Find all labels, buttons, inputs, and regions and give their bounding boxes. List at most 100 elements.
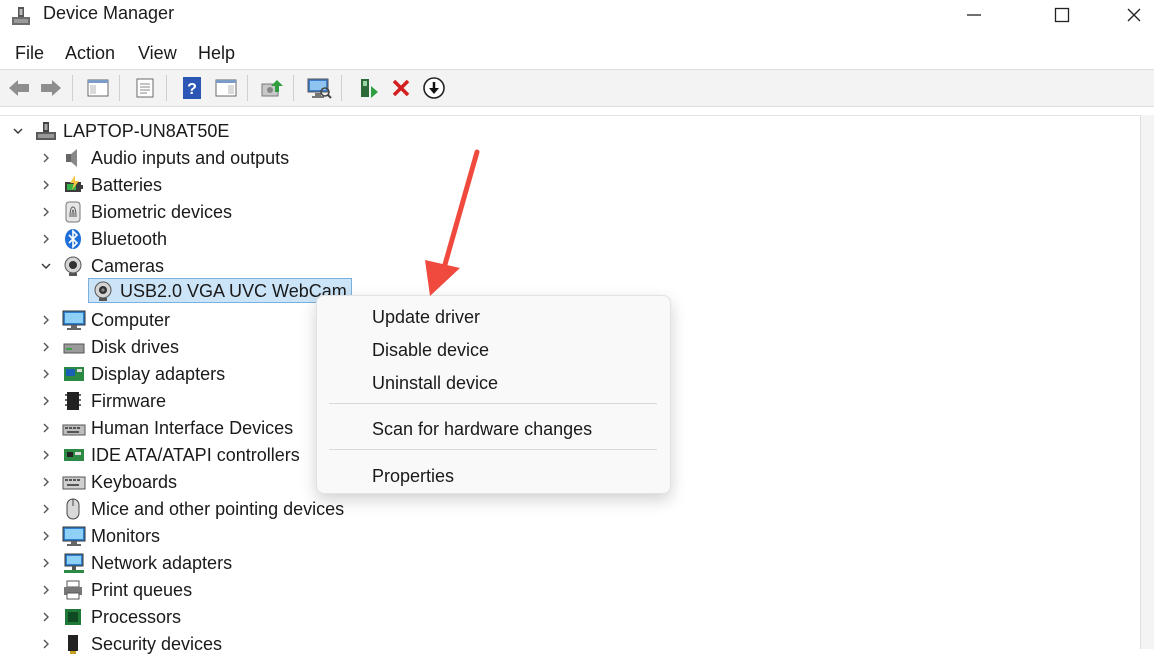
mouse-icon [62,498,86,520]
expand-chevron-icon[interactable] [36,364,56,384]
tree-root[interactable]: LAPTOP-UN8AT50E [8,117,229,144]
keyboard-icon [62,471,86,493]
collapse-chevron-icon[interactable] [36,256,56,276]
download-driver-button[interactable] [420,75,448,101]
menu-uninstall-device[interactable]: Uninstall device [372,372,498,394]
expand-chevron-icon[interactable] [36,148,56,168]
scan-hardware-button[interactable] [305,75,333,101]
expand-chevron-icon[interactable] [36,472,56,492]
monitor-icon [62,309,86,331]
display-adapter-icon [62,363,86,385]
expand-chevron-icon[interactable] [36,499,56,519]
device-manager-icon [12,7,30,25]
fingerprint-icon [62,201,86,223]
category-label: Batteries [91,174,163,195]
expand-chevron-icon[interactable] [36,445,56,465]
category-row-security-devices[interactable]: Security devices [36,630,222,657]
uninstall-icon [392,79,410,97]
category-row-firmware[interactable]: Firmware [36,387,166,414]
category-row-ide-ata-atapi-controllers[interactable]: IDE ATA/ATAPI controllers [36,441,300,468]
menu-update-driver[interactable]: Update driver [372,306,480,328]
update-driver-button[interactable] [258,75,286,101]
minimize-icon [967,14,981,16]
category-row-keyboards[interactable]: Keyboards [36,468,177,495]
category-label: Disk drives [91,336,180,357]
menu-file[interactable]: File [15,42,44,64]
category-label: Bluetooth [91,228,168,249]
toolbar-separator [72,75,73,101]
category-row-network-adapters[interactable]: Network adapters [36,549,232,576]
category-row-disk-drives[interactable]: Disk drives [36,333,179,360]
expand-chevron-icon[interactable] [36,607,56,627]
root-label: LAPTOP-UN8AT50E [63,120,230,141]
toolbar-separator [341,75,342,101]
category-label: Keyboards [91,471,178,492]
show-hide-console-tree-icon [87,79,109,97]
category-row-biometric-devices[interactable]: Biometric devices [36,198,232,225]
expand-chevron-icon[interactable] [36,634,56,654]
help-button[interactable]: ? [178,75,206,101]
collapse-chevron-icon[interactable] [8,121,28,141]
expand-chevron-icon[interactable] [36,391,56,411]
back-button[interactable] [5,75,33,101]
menu-scan-hardware[interactable]: Scan for hardware changes [372,418,592,440]
close-button[interactable] [1110,0,1154,30]
forward-icon [41,80,61,96]
category-label: Audio inputs and outputs [91,147,290,168]
toolbar-separator [293,75,294,101]
window-title: Device Manager [43,3,175,23]
action-pane-button[interactable] [212,75,240,101]
category-row-mice-and-other-pointing-devices[interactable]: Mice and other pointing devices [36,495,344,522]
expand-chevron-icon[interactable] [36,202,56,222]
toolbar-separator [166,75,167,101]
camera-icon [62,255,86,277]
properties-icon [136,78,154,98]
category-row-computer[interactable]: Computer [36,306,170,333]
svg-text:?: ? [187,81,197,98]
expand-chevron-icon[interactable] [36,580,56,600]
category-row-display-adapters[interactable]: Display adapters [36,360,225,387]
properties-button[interactable] [131,75,159,101]
bluetooth-icon [62,228,86,250]
expand-chevron-icon[interactable] [36,337,56,357]
forward-button[interactable] [37,75,65,101]
disk-drive-icon [62,336,86,358]
menu-view[interactable]: View [138,42,177,64]
device-label: USB2.0 VGA UVC WebCam [120,280,347,301]
vertical-scrollbar[interactable] [1140,115,1154,649]
category-row-print-queues[interactable]: Print queues [36,576,192,603]
menu-help[interactable]: Help [198,42,235,64]
maximize-button[interactable] [1038,0,1086,30]
expand-chevron-icon[interactable] [36,526,56,546]
category-label: Display adapters [91,363,226,384]
minimize-button[interactable] [950,0,998,30]
category-row-audio-inputs-and-outputs[interactable]: Audio inputs and outputs [36,144,289,171]
category-row-cameras[interactable]: Cameras [36,252,164,279]
category-row-human-interface-devices[interactable]: Human Interface Devices [36,414,293,441]
expand-chevron-icon[interactable] [36,418,56,438]
category-row-bluetooth[interactable]: Bluetooth [36,225,167,252]
menu-properties[interactable]: Properties [372,465,454,487]
category-row-monitors[interactable]: Monitors [36,522,160,549]
hid-icon [62,417,86,439]
category-row-batteries[interactable]: Batteries [36,171,162,198]
category-label: Computer [91,309,171,330]
uninstall-device-button[interactable] [387,75,415,101]
category-label: Processors [91,606,182,627]
enable-device-button[interactable] [354,75,382,101]
expand-chevron-icon[interactable] [36,175,56,195]
enable-device-icon [361,79,378,98]
expand-chevron-icon[interactable] [36,310,56,330]
action-pane-icon [215,79,237,97]
menu-bar: File Action View Help [0,36,1154,68]
category-label: Print queues [91,579,193,600]
expand-chevron-icon[interactable] [36,229,56,249]
expand-chevron-icon[interactable] [36,553,56,573]
toolbar-separator [119,75,120,101]
device-row-webcam[interactable]: USB2.0 VGA UVC WebCam [88,278,352,303]
show-hide-console-tree-button[interactable] [84,75,112,101]
category-row-processors[interactable]: Processors [36,603,181,630]
menu-action[interactable]: Action [65,42,115,64]
menu-disable-device[interactable]: Disable device [372,339,489,361]
printer-icon [62,579,86,601]
